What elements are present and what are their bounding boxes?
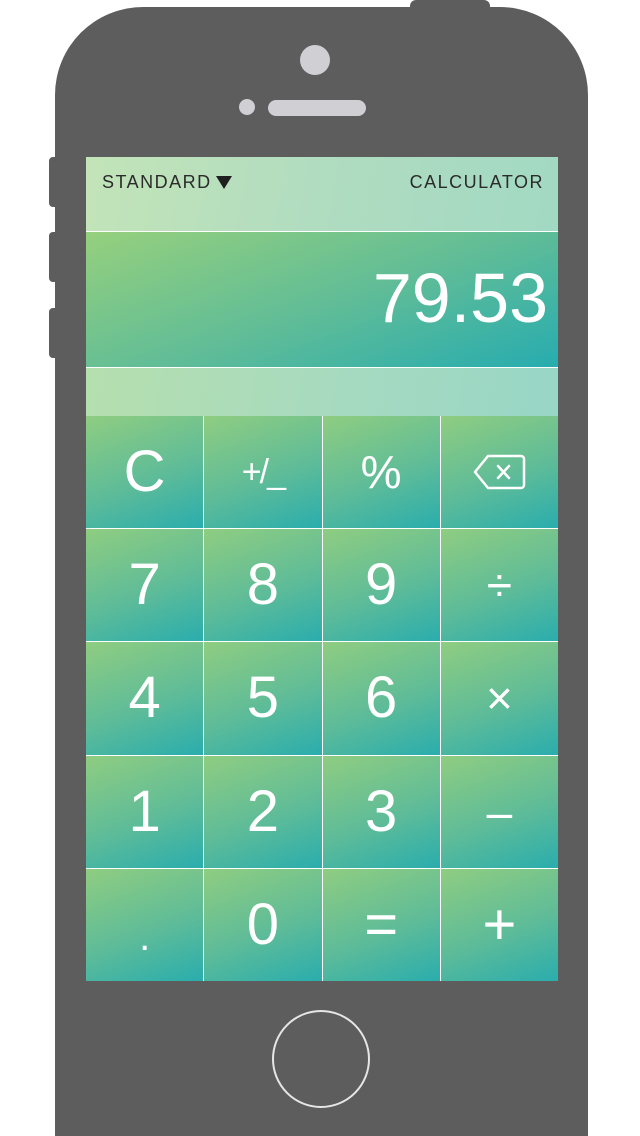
result-display: 79.53 — [86, 231, 558, 368]
equals-label: = — [364, 891, 399, 957]
digit-7-label: 7 — [128, 552, 161, 618]
digit-4-label: 4 — [128, 665, 161, 731]
divide-button[interactable]: ÷ — [440, 529, 558, 642]
subtract-button[interactable]: – — [440, 755, 558, 868]
home-button[interactable] — [272, 1010, 370, 1108]
divide-label: ÷ — [486, 559, 512, 612]
digit-0-button[interactable]: 0 — [204, 868, 322, 981]
app-header: STANDARD CALCULATOR — [86, 157, 558, 231]
digit-1-label: 1 — [128, 778, 161, 844]
mode-dropdown[interactable]: STANDARD — [102, 172, 232, 193]
mode-label: STANDARD — [102, 172, 212, 192]
percent-label: % — [360, 446, 402, 499]
app-title: CALCULATOR — [409, 172, 544, 192]
caret-down-icon — [215, 176, 232, 189]
digit-6-button[interactable]: 6 — [322, 642, 440, 755]
add-button[interactable]: + — [440, 868, 558, 981]
keypad: C +/_ % 7 8 9 ÷ 4 5 6 × 1 2 3 – . 0 = + — [86, 416, 558, 981]
plus-minus-button[interactable]: +/_ — [204, 416, 322, 529]
earpiece-speaker — [268, 100, 366, 116]
subtract-label: – — [486, 785, 513, 838]
percent-button[interactable]: % — [322, 416, 440, 529]
backspace-button[interactable] — [440, 416, 558, 529]
digit-5-label: 5 — [246, 665, 279, 731]
backspace-icon — [474, 454, 526, 490]
multiply-label: × — [485, 672, 513, 725]
calculator-screen: STANDARD CALCULATOR 79.53 C +/_ % 7 8 9 … — [86, 157, 558, 981]
digit-7-button[interactable]: 7 — [86, 529, 204, 642]
digit-3-label: 3 — [364, 778, 398, 844]
digit-9-label: 9 — [364, 552, 398, 618]
proximity-sensor — [239, 99, 255, 115]
multiply-button[interactable]: × — [440, 642, 558, 755]
digit-1-button[interactable]: 1 — [86, 755, 204, 868]
digit-6-label: 6 — [364, 665, 398, 731]
digit-5-button[interactable]: 5 — [204, 642, 322, 755]
clear-label: C — [123, 439, 166, 505]
memory-strip — [86, 368, 558, 416]
digit-2-label: 2 — [246, 778, 279, 844]
digit-8-button[interactable]: 8 — [204, 529, 322, 642]
front-camera — [300, 45, 330, 75]
digit-0-label: 0 — [246, 891, 279, 957]
digit-2-button[interactable]: 2 — [204, 755, 322, 868]
add-label: + — [482, 891, 517, 957]
decimal-label: . — [139, 914, 151, 959]
display-value: 79.53 — [372, 259, 548, 337]
digit-4-button[interactable]: 4 — [86, 642, 204, 755]
plus-minus-label: +/_ — [241, 453, 286, 492]
clear-button[interactable]: C — [86, 416, 204, 529]
digit-3-button[interactable]: 3 — [322, 755, 440, 868]
decimal-button[interactable]: . — [86, 868, 204, 981]
digit-8-label: 8 — [246, 552, 279, 618]
digit-9-button[interactable]: 9 — [322, 529, 440, 642]
equals-button[interactable]: = — [322, 868, 440, 981]
